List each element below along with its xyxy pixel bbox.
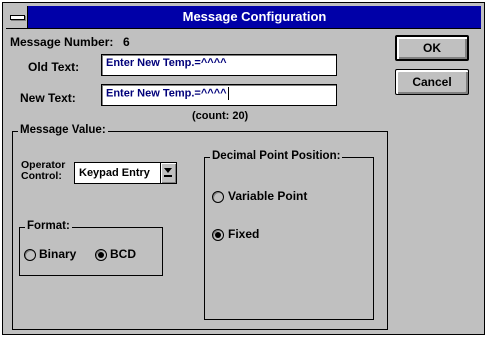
text-caret: [227, 87, 229, 100]
binary-radio[interactable]: [24, 249, 36, 261]
format-group: Format: Binary BCD: [19, 220, 163, 276]
new-text-label: New Text:: [20, 91, 76, 105]
operator-control-label-line2: Control:: [21, 170, 62, 182]
chevron-down-icon: [164, 168, 172, 173]
bcd-label: BCD: [110, 247, 136, 261]
cancel-button[interactable]: Cancel: [395, 69, 469, 95]
radio-selected-dot: [98, 252, 104, 258]
radio-selected-dot: [215, 232, 221, 238]
system-menu-button[interactable]: [6, 6, 28, 28]
new-text-field[interactable]: Enter New Temp.=^^^^: [101, 84, 337, 106]
decimal-point-group: Decimal Point Position: Variable Point F…: [204, 150, 374, 320]
title-bar: Message Configuration: [6, 6, 481, 29]
old-text-label: Old Text:: [28, 60, 80, 74]
window-title: Message Configuration: [182, 9, 327, 24]
message-configuration-dialog: Message Configuration Message Number: 6 …: [2, 2, 485, 335]
old-text-field[interactable]: Enter New Temp.=^^^^: [101, 54, 337, 76]
dialog-body: Message Number: 6 Old Text: Enter New Te…: [6, 29, 481, 331]
dropdown-underline-icon: [164, 175, 172, 177]
character-count: (count: 20): [192, 110, 249, 122]
variable-point-label: Variable Point: [228, 189, 308, 203]
operator-control-value: Keypad Entry: [79, 167, 150, 179]
format-legend: Format:: [25, 220, 72, 232]
fixed-label: Fixed: [228, 227, 260, 241]
message-number-label: Message Number:: [10, 35, 114, 49]
new-text-value: Enter New Temp.=^^^^: [106, 87, 227, 100]
ok-button[interactable]: OK: [395, 35, 469, 61]
decimal-point-legend: Decimal Point Position:: [210, 150, 343, 162]
fixed-radio[interactable]: [212, 229, 224, 241]
old-text-value: Enter New Temp.=^^^^: [106, 57, 227, 69]
message-number-value: 6: [123, 35, 130, 49]
variable-point-radio[interactable]: [212, 191, 224, 203]
message-value-group: Message Value: Operator Control: Keypad …: [12, 124, 388, 330]
message-value-legend: Message Value:: [18, 124, 108, 136]
dropdown-arrow-button[interactable]: [160, 163, 176, 183]
system-menu-icon: [10, 15, 25, 20]
bcd-radio[interactable]: [95, 249, 107, 261]
operator-control-dropdown[interactable]: Keypad Entry: [74, 162, 177, 184]
operator-control-label: Operator Control:: [21, 160, 65, 182]
binary-label: Binary: [39, 247, 77, 261]
